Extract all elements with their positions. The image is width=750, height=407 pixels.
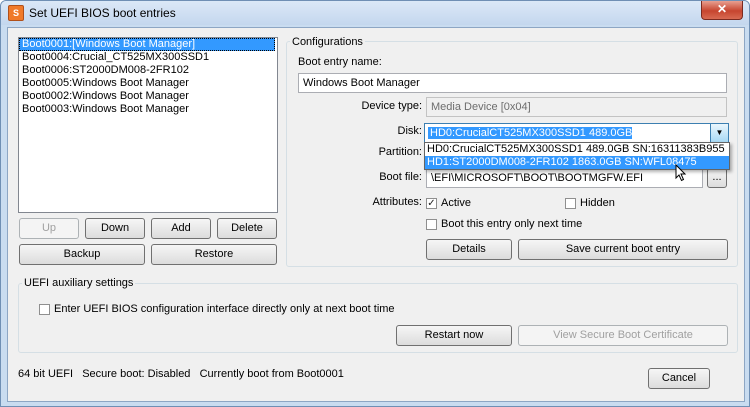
- title-bar[interactable]: S Set UEFI BIOS boot entries ✕: [1, 1, 749, 25]
- hidden-label: Hidden: [580, 197, 615, 209]
- view-secure-cert-button[interactable]: View Secure Boot Certificate: [518, 325, 728, 346]
- down-button[interactable]: Down: [85, 218, 145, 239]
- delete-button[interactable]: Delete: [217, 218, 277, 239]
- restart-now-button[interactable]: Restart now: [396, 325, 512, 346]
- disk-option[interactable]: HD0:CrucialCT525MX300SSD1 489.0GB SN:163…: [425, 143, 729, 156]
- mouse-cursor-icon: [675, 163, 687, 182]
- browse-button[interactable]: ...: [707, 168, 727, 188]
- boot-file-field[interactable]: \EFI\MICROSOFT\BOOT\BOOTMGFW.EFI: [426, 168, 703, 188]
- disk-label: Disk:: [397, 125, 422, 137]
- status-text: 64 bit UEFI Secure boot: Disabled Curren…: [18, 368, 344, 380]
- attributes-label: Attributes:: [372, 196, 422, 208]
- boot-entry-item[interactable]: Boot0006:ST2000DM008-2FR102: [19, 64, 277, 77]
- chevron-down-icon[interactable]: ▼: [710, 124, 728, 142]
- dialog-client: Boot0001:[Windows Boot Manager] Boot0004…: [7, 27, 745, 402]
- next-time-checkbox[interactable]: [426, 219, 437, 230]
- boot-entry-item[interactable]: Boot0005:Windows Boot Manager: [19, 77, 277, 90]
- backup-button[interactable]: Backup: [19, 244, 145, 265]
- device-type-field: Media Device [0x04]: [426, 97, 727, 117]
- restore-button[interactable]: Restore: [151, 244, 277, 265]
- active-label: Active: [441, 197, 471, 209]
- disk-select[interactable]: HD0:CrucialCT525MX300SSD1 489.0GB SN:163…: [424, 123, 729, 157]
- boot-entry-item[interactable]: Boot0003:Windows Boot Manager: [19, 103, 277, 116]
- next-time-label: Boot this entry only next time: [441, 218, 583, 230]
- device-type-label: Device type:: [361, 100, 422, 112]
- partition-label: Partition:: [378, 146, 422, 158]
- enter-bios-label: Enter UEFI BIOS configuration interface …: [54, 303, 395, 315]
- enter-bios-checkbox[interactable]: [39, 304, 50, 315]
- entry-name-label: Boot entry name:: [298, 56, 382, 68]
- save-entry-button[interactable]: Save current boot entry: [518, 239, 728, 260]
- boot-file-label: Boot file:: [379, 171, 422, 183]
- boot-entry-list[interactable]: Boot0001:[Windows Boot Manager] Boot0004…: [18, 37, 278, 213]
- cancel-button[interactable]: Cancel: [648, 368, 710, 389]
- close-button[interactable]: ✕: [701, 1, 743, 20]
- window-title: Set UEFI BIOS boot entries: [29, 6, 176, 20]
- hidden-checkbox[interactable]: [565, 198, 576, 209]
- aux-settings-title: UEFI auxiliary settings: [22, 277, 136, 289]
- boot-entry-item[interactable]: Boot0004:Crucial_CT525MX300SSD1: [19, 51, 277, 64]
- configurations-title: Configurations: [290, 36, 365, 48]
- entry-name-field[interactable]: Windows Boot Manager: [298, 73, 727, 93]
- up-button[interactable]: Up: [19, 218, 79, 239]
- active-checkbox[interactable]: ✓: [426, 198, 437, 209]
- add-button[interactable]: Add: [151, 218, 211, 239]
- dialog-window: S Set UEFI BIOS boot entries ✕ Boot0001:…: [0, 0, 750, 407]
- details-button[interactable]: Details: [426, 239, 512, 260]
- boot-entry-item[interactable]: Boot0001:[Windows Boot Manager]: [19, 38, 275, 51]
- boot-entry-item[interactable]: Boot0002:Windows Boot Manager: [19, 90, 277, 103]
- app-icon: S: [8, 5, 24, 21]
